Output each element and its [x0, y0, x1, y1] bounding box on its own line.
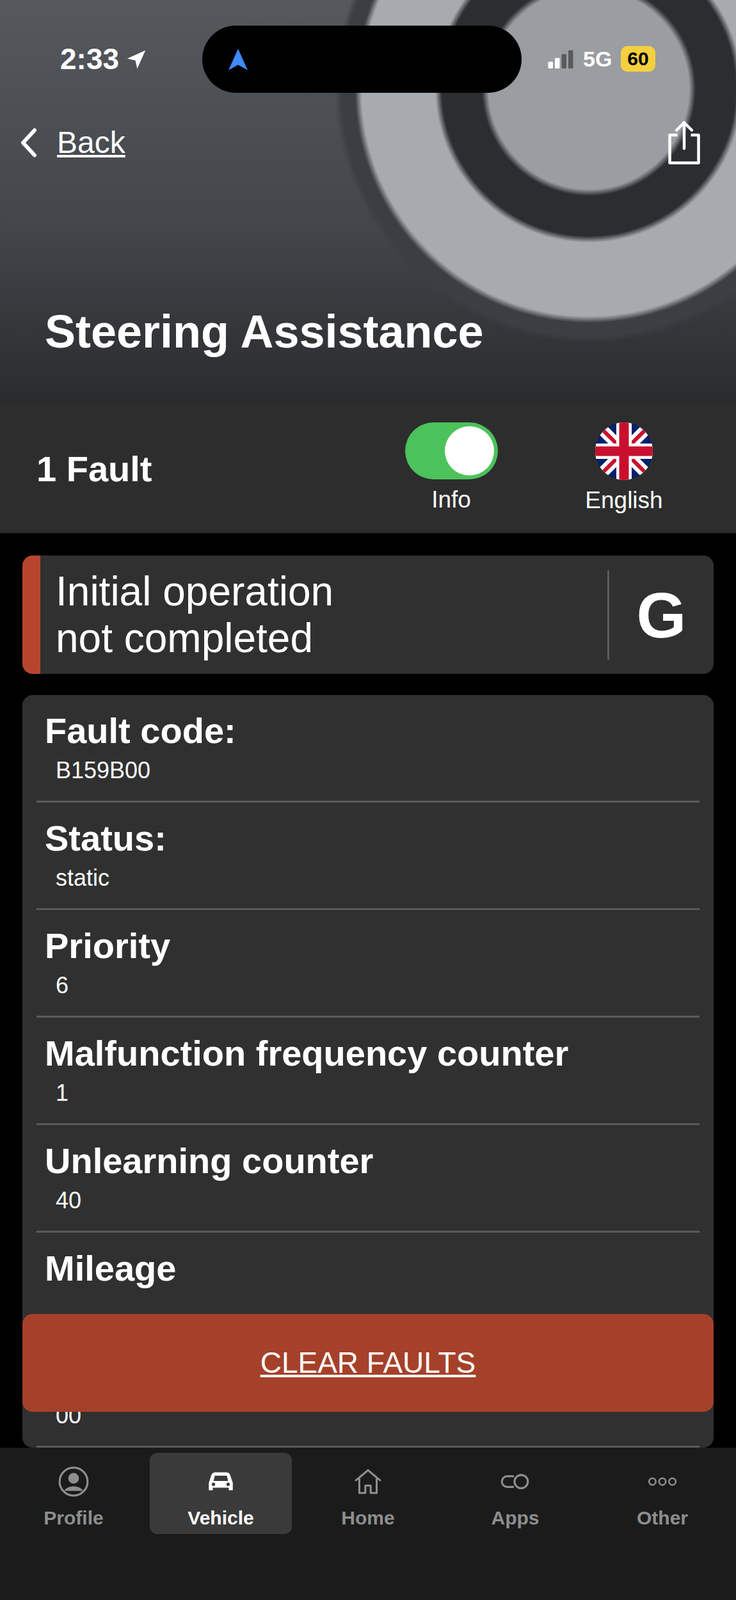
language-label: English	[584, 486, 663, 515]
detail-value: static	[36, 864, 700, 893]
signal-bars-icon	[547, 49, 575, 69]
detail-label: Malfunction frequency counter	[36, 1031, 700, 1076]
detail-label: Fault code:	[36, 709, 700, 753]
language-selector[interactable]: English	[569, 422, 679, 515]
detail-value: 40	[36, 1186, 700, 1215]
network-type: 5G	[583, 46, 612, 73]
battery-level: 60	[620, 46, 655, 72]
detail-value: 1	[36, 1079, 700, 1108]
page-title: Steering Assistance	[0, 304, 736, 405]
navigation-arrow-icon	[225, 46, 251, 73]
detail-label: Status:	[36, 816, 700, 861]
detail-row: Priority 6	[36, 910, 700, 1018]
detail-label: Mileage	[36, 1246, 700, 1291]
tab-label: Profile	[43, 1506, 104, 1530]
info-label: Info	[431, 485, 472, 514]
car-icon	[204, 1465, 237, 1498]
more-icon	[646, 1465, 679, 1498]
uk-flag-icon	[595, 422, 653, 480]
status-time: 2:33	[60, 41, 120, 77]
clear-faults-button[interactable]: CLEAR FAULTS	[22, 1313, 714, 1412]
tab-item[interactable]: Other	[591, 1452, 734, 1535]
tab-label: Apps	[491, 1506, 540, 1530]
detail-label: Priority	[36, 924, 700, 968]
apps-icon	[499, 1465, 532, 1498]
detail-row: Fault code: B159B00	[36, 695, 700, 803]
fault-title-card: Initial operation not completed G	[22, 555, 714, 674]
fault-content: Initial operation not completed G Fault co…	[0, 533, 736, 1448]
screen: 2:33 5G 60 Back Steering Assistance 1 Fault In…	[0, 0, 736, 1600]
detail-row: Malfunction frequency counter 1	[36, 1017, 700, 1126]
translate-button[interactable]: G	[607, 570, 714, 660]
share-icon[interactable]	[664, 119, 704, 166]
home-icon	[352, 1465, 384, 1498]
severity-stripe	[22, 555, 41, 674]
tab-label: Vehicle	[187, 1506, 254, 1530]
info-toggle-group: Info	[396, 422, 506, 514]
tab-item[interactable]: Apps	[444, 1452, 587, 1535]
back-label: Back	[56, 124, 126, 162]
back-button[interactable]: Back	[18, 124, 126, 162]
clear-faults-label: CLEAR FAULTS	[260, 1345, 477, 1381]
info-toggle[interactable]	[405, 422, 498, 480]
toggle-knob	[444, 426, 495, 476]
tab-label: Other	[636, 1506, 688, 1530]
fault-count: 1 Fault	[36, 447, 152, 491]
fault-summary-bar: 1 Fault Info English	[0, 404, 736, 534]
detail-row: Status: static	[36, 802, 700, 911]
detail-value: B159B00	[36, 756, 700, 785]
detail-label: Unlearning counter	[36, 1139, 700, 1183]
fault-title: Initial operation not completed	[40, 556, 376, 674]
status-bar: 2:33 5G 60	[0, 25, 736, 93]
tab-item[interactable]: Home	[296, 1452, 440, 1535]
chevron-left-icon	[18, 127, 40, 159]
location-arrow-icon	[125, 48, 148, 71]
profile-icon	[57, 1465, 90, 1498]
tab-item[interactable]: Vehicle	[149, 1452, 292, 1535]
google-translate-logo: G	[636, 583, 687, 648]
tab-item[interactable]: Profile	[2, 1452, 145, 1535]
detail-value: 6	[36, 971, 700, 1000]
hero-photo: 2:33 5G 60 Back Steering Assistance	[0, 0, 736, 405]
tab-bar: Profile Vehicle Home Apps Other	[0, 1447, 736, 1600]
detail-row: Unlearning counter 40	[36, 1125, 700, 1233]
tab-label: Home	[341, 1506, 395, 1530]
dynamic-island	[202, 25, 522, 93]
